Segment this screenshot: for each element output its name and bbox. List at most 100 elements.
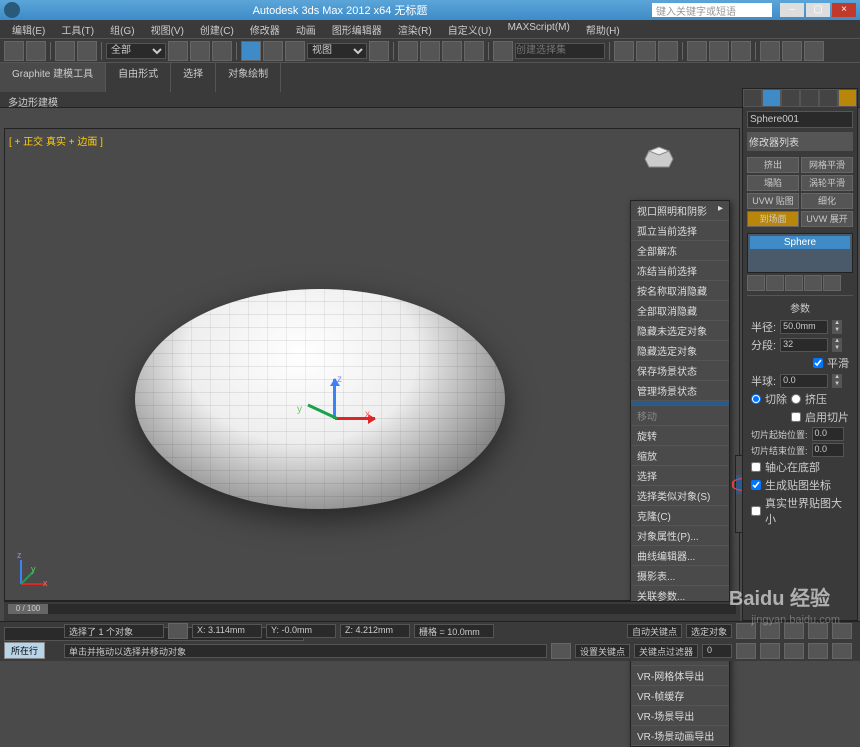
segments-spinner[interactable]: 32 [780,338,828,352]
menu-group[interactable]: 组(G) [102,20,142,38]
menu-item[interactable]: 移动 [631,406,729,426]
render-icon[interactable] [804,41,824,61]
menu-item[interactable]: 保存场景状态 [631,361,729,381]
hierarchy-tab[interactable] [781,89,800,107]
schematic-icon[interactable] [709,41,729,61]
x-coord[interactable]: X: 3.114mm [192,624,262,638]
btn-meshsmooth[interactable]: 网格平滑 [801,157,853,173]
menu-custom[interactable]: 自定义(U) [440,20,500,38]
close-button[interactable]: × [832,3,856,17]
menu-item[interactable]: 视口照明和阴影 [631,201,729,221]
create-tab[interactable] [743,89,762,107]
addtime-icon[interactable] [551,643,571,659]
menu-animation[interactable]: 动画 [288,20,324,38]
material-icon[interactable] [731,41,751,61]
config-icon[interactable] [823,275,841,291]
btn-tessellate[interactable]: 细化 [801,193,853,209]
move-icon[interactable] [241,41,261,61]
menu-item[interactable]: 克隆(C) [631,506,729,526]
ribbon-tab-freeform[interactable]: 自由形式 [106,63,171,92]
menu-create[interactable]: 创建(C) [192,20,242,38]
vp-orbit-icon[interactable] [808,643,828,659]
unlink-icon[interactable] [77,41,97,61]
spinner-arrows[interactable]: ▲▼ [832,320,842,334]
stack-sphere[interactable]: Sphere [750,236,850,249]
menu-item[interactable]: 全部解冻 [631,241,729,261]
spinner-arrows[interactable]: ▲▼ [832,338,842,352]
y-coord[interactable]: Y: -0.0mm [266,624,336,638]
viewcube[interactable] [639,139,679,179]
link-icon[interactable] [55,41,75,61]
rotate-icon[interactable] [263,41,283,61]
snap-icon[interactable] [398,41,418,61]
selection-filter[interactable]: 全部 [106,43,166,59]
btn-collapse[interactable]: 塌陷 [747,175,799,191]
basepivot-checkbox[interactable] [751,462,761,472]
utilities-tab[interactable] [838,89,857,107]
ribbon-tab-graphite[interactable]: Graphite 建模工具 [0,63,106,92]
menu-item[interactable]: VR-帧缓存 [631,686,729,706]
menu-item[interactable]: 选择类似对象(S) [631,486,729,506]
frame-field[interactable]: 0 [702,644,732,658]
help-search[interactable]: 键入关键字或短语 [652,3,772,17]
render-frame-icon[interactable] [782,41,802,61]
btn-uvwmap[interactable]: UVW 贴图 [747,193,799,209]
smooth-checkbox[interactable] [813,358,823,368]
lock-icon[interactable] [168,623,188,639]
named-sel-icon[interactable] [493,41,513,61]
ref-coord-dropdown[interactable]: 视图 [307,43,367,59]
menu-item[interactable]: 孤立当前选择 [631,221,729,241]
btn-uvwunwrap[interactable]: UVW 展开 [801,211,853,227]
named-sel-input[interactable] [515,43,605,59]
percent-snap-icon[interactable] [442,41,462,61]
realworld-checkbox[interactable] [751,506,761,516]
hemi-spinner[interactable]: 0.0 [780,374,828,388]
menu-item[interactable]: 对象属性(P)... [631,526,729,546]
move-gizmo[interactable]: x y z [295,379,375,459]
gencoords-checkbox[interactable] [751,480,761,490]
pivot-icon[interactable] [369,41,389,61]
angle-snap-icon[interactable] [420,41,440,61]
unique-icon[interactable] [785,275,803,291]
minimize-button[interactable]: – [780,3,804,17]
motion-tab[interactable] [800,89,819,107]
menu-item[interactable]: 冻结当前选择 [631,261,729,281]
chop-radio[interactable] [751,394,761,404]
menu-item[interactable]: 全部取消隐藏 [631,301,729,321]
curve-editor-icon[interactable] [687,41,707,61]
modifier-list[interactable]: 修改器列表 [747,132,853,151]
sellock-dropdown[interactable]: 选定对象 [686,624,732,638]
scale-icon[interactable] [285,41,305,61]
menu-graph[interactable]: 图形编辑器 [324,20,390,38]
ribbon-tab-paint[interactable]: 对象绘制 [216,63,281,92]
remove-mod-icon[interactable] [804,275,822,291]
menu-item[interactable]: VR-网格体导出 [631,666,729,686]
time-slider[interactable]: 0 / 100 [8,604,48,614]
menu-modifiers[interactable]: 修改器 [242,20,288,38]
z-axis[interactable] [333,379,336,419]
menu-item[interactable]: VR-场景导出 [631,706,729,726]
menu-item[interactable]: VR-场景动画导出 [631,726,729,746]
object-name-field[interactable]: Sphere001 [747,111,853,128]
timeline[interactable]: 0 / 100 [4,601,740,621]
menu-item[interactable]: 隐藏未选定对象 [631,321,729,341]
radius-spinner[interactable]: 50.0mm [780,320,828,334]
vp-pan-icon[interactable] [760,643,780,659]
menu-tools[interactable]: 工具(T) [53,20,102,38]
spinner-snap-icon[interactable] [464,41,484,61]
time-track[interactable]: 0 / 100 [8,604,736,614]
viewport-label[interactable]: [ + 正交 真实 + 边面 ] [5,129,739,152]
menu-item[interactable]: 按名称取消隐藏 [631,281,729,301]
redo-icon[interactable] [26,41,46,61]
vp-max-icon[interactable] [832,643,852,659]
timeconfig-icon[interactable] [736,643,756,659]
btn-extrude[interactable]: 挤出 [747,157,799,173]
keyfilter-button[interactable]: 关键点过滤器 [634,644,698,658]
menu-item[interactable]: 管理场景状态 [631,381,729,401]
pin-stack-icon[interactable] [747,275,765,291]
vp-zoom-icon[interactable] [784,643,804,659]
menu-views[interactable]: 视图(V) [143,20,192,38]
undo-icon[interactable] [4,41,24,61]
layer-icon[interactable] [658,41,678,61]
menu-help[interactable]: 帮助(H) [578,20,628,38]
